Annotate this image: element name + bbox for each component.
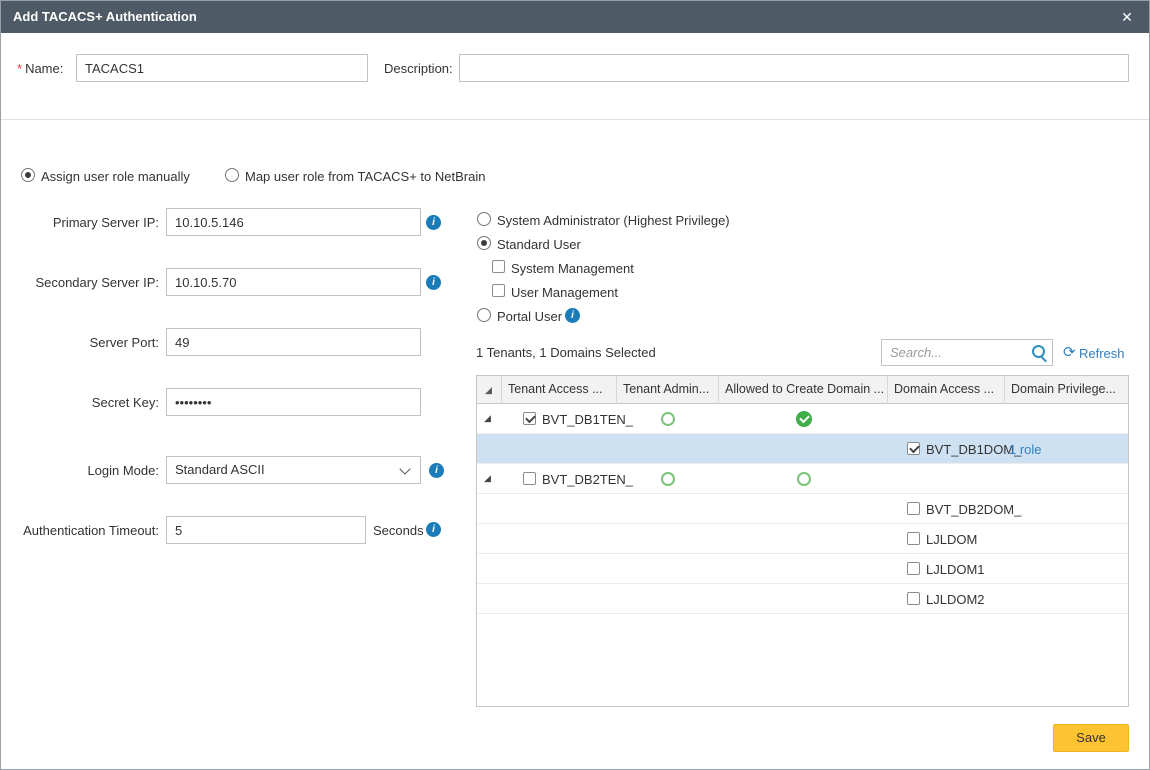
user-management-checkbox[interactable] <box>492 284 505 297</box>
primary-ip-input[interactable] <box>166 208 421 236</box>
search-input[interactable] <box>881 339 1053 366</box>
domain1-label: BVT_DB1DOM_ <box>926 442 1021 457</box>
tenant1-label: BVT_DB1TEN_ <box>542 412 633 427</box>
auth-timeout-label: Authentication Timeout: <box>1 523 159 538</box>
tenant-domain-table: ◢ Tenant Access ... Tenant Admin... Allo… <box>476 375 1129 707</box>
name-label: *Name: <box>17 61 63 76</box>
tenant-admin-circle-icon[interactable] <box>661 412 675 426</box>
tenant2-checkbox[interactable] <box>523 472 536 485</box>
tenant-admin-circle-icon[interactable] <box>661 472 675 486</box>
collapse-all-icon[interactable]: ◢ <box>485 385 492 396</box>
system-management-label: System Management <box>511 261 634 276</box>
portal-user-info-icon[interactable]: i <box>565 308 580 323</box>
portal-user-label: Portal User <box>497 309 562 324</box>
table-row-domain-bvt-db1dom[interactable]: BVT_DB1DOM_ 1 role <box>477 434 1128 464</box>
domain1-checkbox[interactable] <box>907 442 920 455</box>
system-admin-radio[interactable] <box>477 212 491 226</box>
table-row-domain-bvt-db2dom[interactable]: BVT_DB2DOM_ <box>477 494 1128 524</box>
close-icon[interactable]: ✕ <box>1115 1 1139 33</box>
secondary-ip-info-icon[interactable]: i <box>426 275 441 290</box>
description-label: Description: <box>384 61 453 76</box>
auth-timeout-info-icon[interactable]: i <box>426 522 441 537</box>
map-role-label: Map user role from TACACS+ to NetBrain <box>245 169 485 184</box>
name-input[interactable] <box>76 54 368 82</box>
assign-manually-label: Assign user role manually <box>41 169 190 184</box>
secret-key-input[interactable] <box>166 388 421 416</box>
primary-ip-label: Primary Server IP: <box>1 215 159 230</box>
domain1-role-link[interactable]: 1 role <box>1009 442 1042 457</box>
col-tenant-access[interactable]: Tenant Access ... <box>502 376 617 404</box>
login-mode-info-icon[interactable]: i <box>429 463 444 478</box>
section-divider <box>1 119 1149 120</box>
table-header: ◢ Tenant Access ... Tenant Admin... Allo… <box>477 376 1128 404</box>
expander-icon[interactable]: ◢ <box>484 413 491 424</box>
assign-manually-radio[interactable] <box>21 168 35 182</box>
server-port-input[interactable] <box>166 328 421 356</box>
user-management-label: User Management <box>511 285 618 300</box>
dialog-title: Add TACACS+ Authentication <box>13 9 197 24</box>
table-row-tenant-bvt-db2ten[interactable]: ◢ BVT_DB2TEN_ <box>477 464 1128 494</box>
expander-icon[interactable]: ◢ <box>484 473 491 484</box>
system-management-checkbox[interactable] <box>492 260 505 273</box>
allowed-create-circle-icon[interactable] <box>797 472 811 486</box>
map-role-radio[interactable] <box>225 168 239 182</box>
table-row-tenant-bvt-db1ten[interactable]: ◢ BVT_DB1TEN_ <box>477 404 1128 434</box>
save-button[interactable]: Save <box>1053 724 1129 752</box>
allowed-create-check-icon[interactable] <box>796 411 812 427</box>
domain2-label: BVT_DB2DOM_ <box>926 502 1021 517</box>
auth-timeout-unit: Seconds <box>373 523 424 538</box>
add-tacacs-dialog: Add TACACS+ Authentication ✕ *Name: Desc… <box>0 0 1150 770</box>
header-expander-cell[interactable]: ◢ <box>477 376 502 404</box>
standard-user-label: Standard User <box>497 237 581 252</box>
auth-timeout-input[interactable] <box>166 516 366 544</box>
login-mode-select[interactable]: Standard ASCII <box>166 456 421 484</box>
secret-key-label: Secret Key: <box>1 395 159 410</box>
refresh-link[interactable]: Refresh <box>1079 346 1125 361</box>
portal-user-radio[interactable] <box>477 308 491 322</box>
primary-ip-info-icon[interactable]: i <box>426 215 441 230</box>
col-domain-privilege[interactable]: Domain Privilege... <box>1005 376 1128 404</box>
domain4-checkbox[interactable] <box>907 562 920 575</box>
system-admin-label: System Administrator (Highest Privilege) <box>497 213 730 228</box>
domain2-checkbox[interactable] <box>907 502 920 515</box>
description-input[interactable] <box>459 54 1129 82</box>
col-allowed-create[interactable]: Allowed to Create Domain ... <box>719 376 888 404</box>
col-tenant-admin[interactable]: Tenant Admin... <box>617 376 719 404</box>
domain4-label: LJLDOM1 <box>926 562 985 577</box>
tenant2-label: BVT_DB2TEN_ <box>542 472 633 487</box>
domain3-checkbox[interactable] <box>907 532 920 545</box>
standard-user-radio[interactable] <box>477 236 491 250</box>
secondary-ip-input[interactable] <box>166 268 421 296</box>
tenant-summary: 1 Tenants, 1 Domains Selected <box>476 345 656 360</box>
refresh-icon[interactable]: ⟳ <box>1063 345 1076 360</box>
domain5-label: LJLDOM2 <box>926 592 985 607</box>
search-icon[interactable] <box>1031 344 1047 360</box>
secondary-ip-label: Secondary Server IP: <box>1 275 159 290</box>
domain3-label: LJLDOM <box>926 532 977 547</box>
col-domain-access[interactable]: Domain Access ... <box>888 376 1005 404</box>
domain5-checkbox[interactable] <box>907 592 920 605</box>
required-asterisk: * <box>17 61 22 76</box>
login-mode-label: Login Mode: <box>1 463 159 478</box>
table-row-domain-ljldom2[interactable]: LJLDOM2 <box>477 584 1128 614</box>
table-row-domain-ljldom[interactable]: LJLDOM <box>477 524 1128 554</box>
tenant1-checkbox[interactable] <box>523 412 536 425</box>
dialog-titlebar: Add TACACS+ Authentication ✕ <box>1 1 1149 33</box>
server-port-label: Server Port: <box>1 335 159 350</box>
table-row-domain-ljldom1[interactable]: LJLDOM1 <box>477 554 1128 584</box>
